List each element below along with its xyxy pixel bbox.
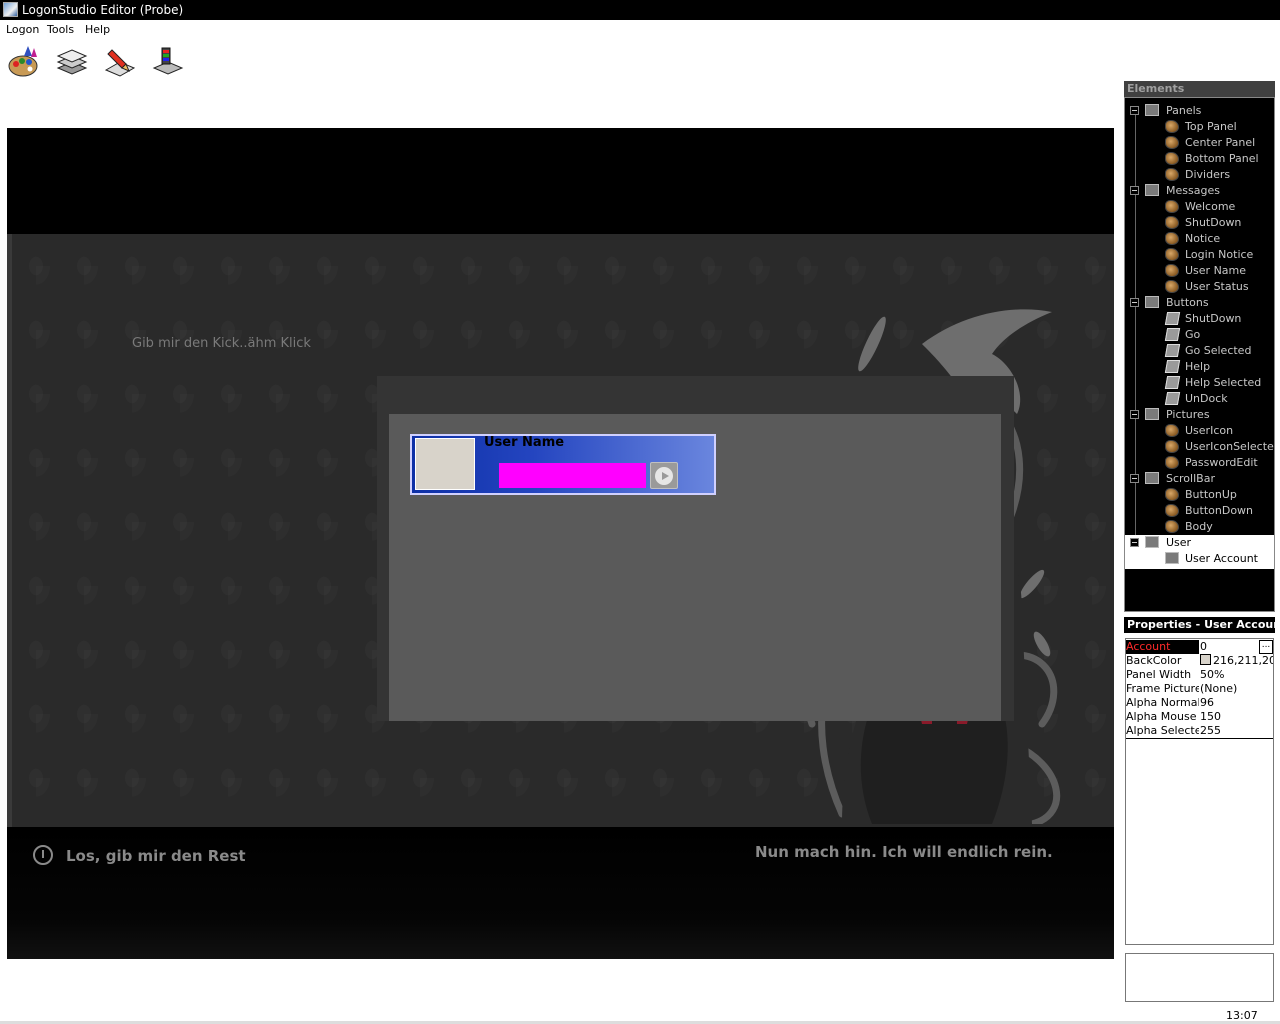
collapse-icon[interactable] xyxy=(1130,538,1139,547)
palette-icon xyxy=(1165,520,1179,533)
palette-icon xyxy=(1165,424,1179,437)
message-icon xyxy=(1165,200,1179,213)
more-button[interactable]: ... xyxy=(1259,640,1273,654)
prop-row-frame-picture[interactable]: Frame Picture (None) xyxy=(1126,682,1273,696)
color-swatch xyxy=(1200,654,1211,665)
palette-icon xyxy=(1165,440,1179,453)
prop-row-account[interactable]: Account 0 ... xyxy=(1126,640,1273,654)
properties-panel-header: Properties - User Account xyxy=(1124,617,1275,633)
logon-preview-canvas: Gib mir den Kick..ähm Klick User Name Lo… xyxy=(7,128,1114,959)
palette-icon xyxy=(1165,152,1179,165)
tree-user-section: User User Account xyxy=(1125,535,1274,569)
property-description-box xyxy=(1125,953,1274,1002)
menu-tools[interactable]: Tools xyxy=(47,23,74,36)
prop-row-alpha-normal[interactable]: Alpha Normal 96 xyxy=(1126,696,1273,710)
menu-help[interactable]: Help xyxy=(85,23,110,36)
folder-icon xyxy=(1145,104,1159,116)
title-bar: LogonStudio Editor (Probe) xyxy=(0,0,1280,20)
folder-icon xyxy=(1145,472,1159,484)
properties-grid[interactable]: Account 0 ... BackColor 216,211,202 Pane… xyxy=(1125,638,1274,945)
button-icon xyxy=(1164,392,1181,405)
folder-icon xyxy=(1145,408,1159,420)
menu-logon[interactable]: Logon xyxy=(6,23,39,36)
folder-icon xyxy=(1145,536,1159,548)
go-button[interactable] xyxy=(650,462,678,489)
palette-icon xyxy=(1165,168,1179,181)
message-icon xyxy=(1165,248,1179,261)
elements-panel-header: Elements xyxy=(1124,81,1275,97)
palette-icon xyxy=(1165,120,1179,133)
clock: 13:07 xyxy=(1226,1009,1258,1022)
app-icon xyxy=(3,2,18,17)
folder-icon xyxy=(1145,296,1159,308)
folder-icon xyxy=(1145,184,1159,196)
prop-row-alpha-mouse[interactable]: Alpha Mouse 150 xyxy=(1126,710,1273,724)
button-icon xyxy=(1164,360,1181,373)
power-icon xyxy=(33,845,53,865)
collapse-icon[interactable] xyxy=(1130,474,1139,483)
drive-apply-icon[interactable] xyxy=(150,44,186,80)
prop-row-backcolor[interactable]: BackColor 216,211,202 xyxy=(1126,654,1273,668)
welcome-message[interactable]: Gib mir den Kick..ähm Klick xyxy=(132,336,311,351)
message-icon xyxy=(1165,232,1179,245)
stacked-pages-icon[interactable] xyxy=(54,44,90,80)
prop-row-alpha-selected[interactable]: Alpha Selected 255 xyxy=(1126,724,1273,738)
message-icon xyxy=(1165,264,1179,277)
password-input[interactable] xyxy=(499,463,646,488)
collapse-icon[interactable] xyxy=(1130,106,1139,115)
button-icon xyxy=(1164,312,1181,325)
button-icon xyxy=(1164,344,1181,357)
palette-icon xyxy=(1165,504,1179,517)
prop-row-panel-width[interactable]: Panel Width 50% xyxy=(1126,668,1273,682)
collapse-icon[interactable] xyxy=(1130,186,1139,195)
user-icon-picture[interactable] xyxy=(415,438,475,490)
collapse-icon[interactable] xyxy=(1130,410,1139,419)
message-icon xyxy=(1165,280,1179,293)
user-account-icon xyxy=(1165,552,1179,564)
user-account-tile[interactable]: User Name xyxy=(410,434,716,495)
button-icon xyxy=(1164,328,1181,341)
palette-icon xyxy=(1165,136,1179,149)
window-title: LogonStudio Editor (Probe) xyxy=(22,3,184,17)
palette-icon xyxy=(1165,456,1179,469)
shutdown-message: Los, gib mir den Rest xyxy=(66,847,246,865)
button-icon xyxy=(1164,376,1181,389)
collapse-icon[interactable] xyxy=(1130,298,1139,307)
login-notice-message[interactable]: Nun mach hin. Ich will endlich rein. xyxy=(755,843,1053,861)
menu-bar: Logon Tools Help xyxy=(0,20,1280,38)
palette-icon xyxy=(1165,488,1179,501)
paint-palette-icon[interactable] xyxy=(6,44,42,80)
user-name-label: User Name xyxy=(484,435,565,450)
message-icon xyxy=(1165,216,1179,229)
top-panel[interactable] xyxy=(7,128,1114,234)
elements-tree[interactable]: Panels Top Panel Center Panel Bottom Pan… xyxy=(1124,97,1275,612)
pen-edit-icon[interactable] xyxy=(102,44,138,80)
